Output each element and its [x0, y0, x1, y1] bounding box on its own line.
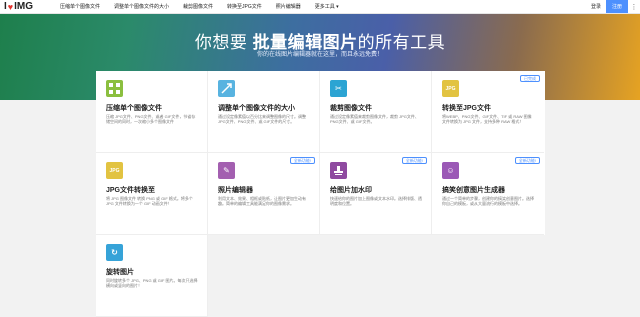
tool-title: JPG文件转换至 [106, 187, 156, 194]
tool-card-compress[interactable]: 压缩单个图像文件 压缩 JPG文件、PNG文件、或者 GIF文件，节省存储空间的… [96, 71, 208, 153]
new-badge: 全新功能! [401, 157, 427, 164]
nav-more-tools[interactable]: 更多工具 ▾ [315, 3, 339, 10]
nav-resize[interactable]: 调整单个图像文件的大小 [114, 3, 169, 10]
tool-title: 旋转图片 [106, 269, 134, 276]
empty-slot [208, 235, 545, 317]
meme-icon: ☺ [442, 162, 459, 179]
tool-description: 通过设定像素值以百分比来调整图像的尺寸。调整 JPG文件、PNG文件、或 GIF… [218, 114, 306, 124]
logo-i: I [4, 1, 7, 12]
tool-card-watermark[interactable]: 全新功能! 给图片加水印 快速给你的图片加上图像或文本水印。选择排版、透明度和位… [320, 153, 432, 235]
tool-description: 通过设定像素值来裁剪图像文件，裁剪 JPG文件、PNG文件、或 GIF文件。 [330, 114, 419, 124]
tool-title: 搞笑创意图片生成器 [442, 187, 505, 194]
tool-card-photo-editor[interactable]: 全新功能! ✎ 照片编辑器 利用文本、效果、相框或贴纸，让图片更加生动有趣。简单… [208, 153, 320, 235]
new-badge: 全新功能! [289, 157, 315, 164]
tool-card-rotate[interactable]: ↻ 旋转图片 同时旋转多个 JPG、PNG 或 GIF 图片。每次只选择横向或竖… [96, 235, 208, 317]
tool-card-meme-generator[interactable]: 全新功能! ☺ 搞笑创意图片生成器 通过一个简单的步骤，创建你的搞笑创意图片。选… [432, 153, 544, 235]
nav-convert-jpg[interactable]: 转换至JPG文件 [227, 3, 262, 10]
account-actions: 登录 注册 ⋮ [586, 0, 640, 13]
jpg-icon: JPG [106, 162, 123, 179]
tool-card-resize[interactable]: 调整单个图像文件的大小 通过设定像素值以百分比来调整图像的尺寸。调整 JPG文件… [208, 71, 320, 153]
tool-description: 通过一个简单的步骤，创建你的搞笑创意图片。选择你自己的模板，或从大量流行的模板中… [442, 196, 534, 206]
tool-description: 将 JPG 图像文件 转换 PNG 或 GIF 格式。将多个 JPG 文件转换为… [106, 196, 193, 206]
edit-icon: ✎ [218, 162, 235, 179]
main-nav: 压缩单个图像文件 调整单个图像文件的大小 裁剪图像文件 转换至JPG文件 照片编… [60, 3, 353, 10]
resize-icon [218, 80, 235, 97]
tool-description: 将WEBP、PNG文件、GIF文件、TIF 或 RAW 图像文件转换为 JPG … [442, 114, 532, 124]
hero-subtitle: 你的在线图片编辑器就在这里，而且永远免费！ [256, 52, 383, 58]
tools-grid: 压缩单个图像文件 压缩 JPG文件、PNG文件、或者 GIF文件，节省存储空间的… [96, 71, 545, 317]
heart-icon: ♥ [7, 1, 14, 12]
tool-title: 给图片加水印 [330, 187, 372, 194]
compress-icon [106, 80, 123, 97]
signup-button[interactable]: 注册 [606, 0, 628, 13]
watermark-icon [330, 162, 347, 179]
nav-crop[interactable]: 裁剪图像文件 [183, 3, 213, 10]
tool-description: 利用文本、效果、相框或贴纸，让图片更加生动有趣。简单的编辑工具能满足你的图像需求… [218, 196, 306, 206]
tool-description: 快速给你的图片加上图像或文本水印。选择排版、透明度和位置。 [330, 196, 422, 206]
login-button[interactable]: 登录 [586, 0, 606, 13]
tool-card-convert-to-jpg[interactable]: 已完成 JPG 转换至JPG文件 将WEBP、PNG文件、GIF文件、TIF 或… [432, 71, 544, 153]
rotate-icon: ↻ [106, 244, 123, 261]
nav-photo-editor[interactable]: 照片编辑器 [276, 3, 301, 10]
status-badge: 已完成 [520, 75, 540, 82]
convert-icon: JPG [442, 80, 459, 97]
tool-title: 转换至JPG文件 [442, 105, 492, 112]
tool-description: 压缩 JPG文件、PNG文件、或者 GIF文件，节省存储空间的同时，一次缩小多个… [106, 114, 196, 124]
tool-card-jpg-convert[interactable]: JPG JPG文件转换至 将 JPG 图像文件 转换 PNG 或 GIF 格式。… [96, 153, 208, 235]
tool-title: 压缩单个图像文件 [106, 105, 162, 112]
logo-text: IMG [14, 1, 34, 12]
tool-title: 照片编辑器 [218, 187, 253, 194]
crop-icon: ✂ [330, 80, 347, 97]
new-badge: 全新功能! [514, 157, 540, 164]
tool-description: 同时旋转多个 JPG、PNG 或 GIF 图片。每次只选择横向或竖向的图片！ [106, 278, 198, 288]
top-navigation: I ♥ IMG 压缩单个图像文件 调整单个图像文件的大小 裁剪图像文件 转换至J… [0, 0, 640, 14]
nav-compress[interactable]: 压缩单个图像文件 [60, 3, 100, 10]
tool-title: 调整单个图像文件的大小 [218, 105, 295, 112]
brand-logo[interactable]: I ♥ IMG [0, 1, 60, 12]
apps-menu-icon[interactable]: ⋮ [628, 0, 640, 13]
tool-card-crop[interactable]: ✂ 裁剪图像文件 通过设定像素值来裁剪图像文件，裁剪 JPG文件、PNG文件、或… [320, 71, 432, 153]
tool-title: 裁剪图像文件 [330, 105, 372, 112]
